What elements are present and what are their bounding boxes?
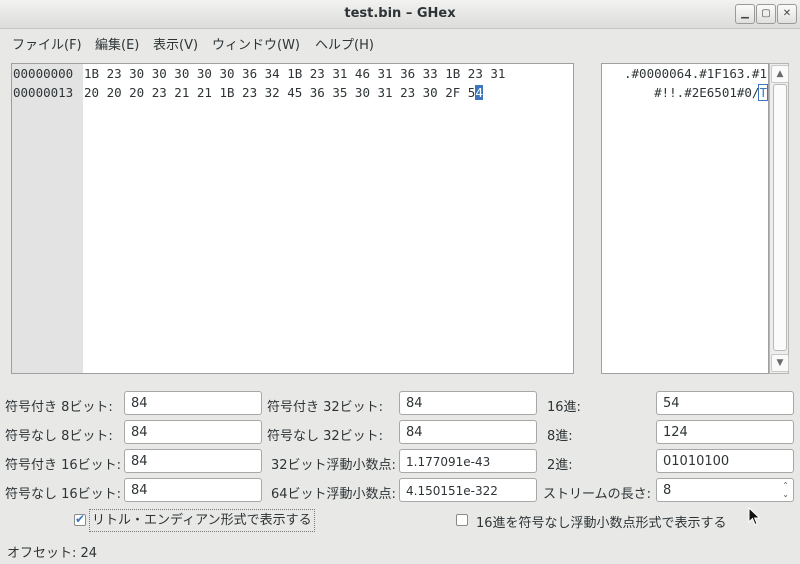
signed16-field[interactable]: 84	[124, 449, 262, 473]
hex-line[interactable]: 1B 23 30 30 30 30 30 36 34 1B 23 31 46 3…	[83, 64, 573, 83]
offset-column: 00000000 00000013	[11, 63, 84, 374]
hex-field[interactable]: 54	[656, 391, 794, 415]
float32-label: 32ビット浮動小数点:	[271, 458, 396, 473]
stream-length-value[interactable]: 8	[663, 483, 671, 498]
menu-help[interactable]: ヘルプ(H)	[315, 34, 374, 53]
unsigned32-field[interactable]: 84	[399, 420, 537, 444]
title-bar: test.bin – GHex ▁ ▢ ✕	[0, 0, 800, 29]
signed16-label: 符号付き 16ビット:	[5, 458, 122, 473]
menu-view[interactable]: 表示(V)	[153, 34, 198, 53]
vertical-scrollbar[interactable]: ▲ ▼	[769, 63, 789, 374]
hex-label: 16進:	[547, 400, 581, 415]
signed8-field[interactable]: 84	[124, 391, 262, 415]
ascii-line-text[interactable]: #!!.#2E6501#0/	[639, 85, 759, 100]
bin-field[interactable]: 01010100	[656, 449, 794, 473]
hex-line[interactable]: 20 20 20 23 21 21 1B 23 32 45 36 35 30 3…	[83, 83, 573, 102]
stream-length-spinner[interactable]: 8 ⌃ ⌄	[656, 478, 794, 502]
hex-view[interactable]: 1B 23 30 30 30 30 30 36 34 1B 23 31 46 3…	[83, 63, 574, 374]
signed32-label: 符号付き 32ビット:	[267, 400, 384, 415]
menu-edit[interactable]: 編集(E)	[95, 34, 139, 53]
spin-arrows-icon[interactable]: ⌃ ⌄	[782, 481, 789, 499]
float64-label: 64ビット浮動小数点:	[271, 487, 396, 502]
menu-file[interactable]: ファイル(F)	[12, 34, 82, 53]
little-endian-checkbox[interactable]	[74, 512, 86, 526]
status-offset: オフセット: 24	[7, 546, 98, 561]
unsigned16-label: 符号なし 16ビット:	[5, 487, 122, 502]
window-title: test.bin – GHex	[344, 6, 456, 21]
stream-length-label: ストリームの長さ:	[543, 487, 651, 502]
minimize-icon[interactable]: ▁	[735, 4, 755, 24]
unsigned-hex-float-label[interactable]: 16進を符号なし浮動小数点形式で表示する	[476, 512, 727, 531]
float32-field[interactable]: 1.177091e-43	[399, 449, 537, 473]
scroll-down-icon[interactable]: ▼	[771, 354, 789, 372]
close-icon[interactable]: ✕	[777, 4, 797, 24]
hex-cursor[interactable]: 4	[475, 85, 483, 100]
unsigned16-field[interactable]: 84	[124, 478, 262, 502]
menu-window[interactable]: ウィンドウ(W)	[212, 34, 300, 53]
ascii-line[interactable]: #!!.#2E6501#0/T	[602, 83, 768, 102]
bin-label: 2進:	[547, 458, 573, 473]
unsigned32-label: 符号なし 32ビット:	[267, 429, 384, 444]
scrollbar-thumb[interactable]	[773, 84, 787, 351]
little-endian-label[interactable]: リトル・エンディアン形式で表示する	[89, 509, 315, 532]
mouse-pointer-icon	[748, 507, 761, 526]
oct-label: 8進:	[547, 429, 573, 444]
ascii-view[interactable]: .#0000064.#1F163.#1 #!!.#2E6501#0/T	[601, 63, 769, 374]
oct-field[interactable]: 124	[656, 420, 794, 444]
ascii-cursor[interactable]: T	[758, 84, 768, 101]
ascii-line[interactable]: .#0000064.#1F163.#1	[602, 64, 768, 83]
hex-line-text[interactable]: 20 20 20 23 21 21 1B 23 32 45 36 35 30 3…	[84, 85, 475, 100]
offset-row: 00000000	[13, 66, 74, 81]
signed32-field[interactable]: 84	[399, 391, 537, 415]
signed8-label: 符号付き 8ビット:	[5, 400, 113, 415]
offset-row: 00000013	[13, 85, 74, 100]
menu-bar: ファイル(F) 編集(E) 表示(V) ウィンドウ(W) ヘルプ(H)	[0, 29, 800, 53]
unsigned8-label: 符号なし 8ビット:	[5, 429, 113, 444]
maximize-icon[interactable]: ▢	[756, 4, 776, 24]
scroll-up-icon[interactable]: ▲	[771, 65, 789, 83]
unsigned8-field[interactable]: 84	[124, 420, 262, 444]
unsigned-hex-float-checkbox[interactable]	[456, 514, 468, 526]
float64-field[interactable]: 4.150151e-322	[399, 478, 537, 502]
